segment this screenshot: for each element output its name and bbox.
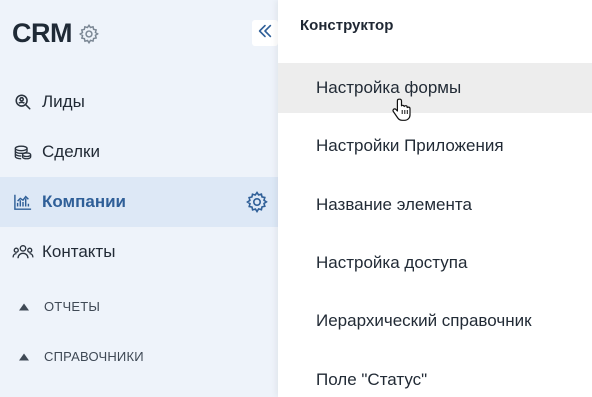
sidebar-item-contacts[interactable]: Контакты [0, 227, 278, 277]
people-icon [12, 242, 34, 262]
menu-item-app-settings[interactable]: Настройки Приложения [278, 121, 592, 171]
double-chevron-left-icon [256, 22, 274, 45]
gear-icon[interactable] [78, 23, 100, 45]
sidebar-item-companies[interactable]: Компании [0, 177, 278, 227]
menu-title: Конструктор [300, 17, 394, 34]
brand: CRM [12, 18, 100, 49]
coins-icon [12, 142, 34, 162]
brand-title: CRM [12, 18, 73, 48]
menu-item-element-name[interactable]: Название элемента [278, 180, 592, 230]
menu-item-hierarchical-directory[interactable]: Иерархический справочник [278, 296, 592, 346]
search-person-icon [12, 92, 34, 112]
sidebar-item-label: Контакты [42, 242, 116, 261]
section-label: ОТЧЕТЫ [44, 299, 101, 314]
sidebar-item-leads[interactable]: Лиды [0, 77, 278, 127]
section-reports[interactable]: ОТЧЕТЫ [18, 299, 100, 314]
menu-item-access-settings[interactable]: Настройка доступа [278, 238, 592, 288]
sidebar-item-label: Сделки [42, 142, 100, 161]
collapse-sidebar-button[interactable] [252, 20, 278, 46]
triangle-up-icon [18, 302, 30, 312]
chart-icon [12, 192, 34, 212]
hand-pointer-icon [392, 97, 412, 123]
gear-icon[interactable] [245, 190, 269, 214]
menu-item-status-field[interactable]: Поле "Статус" [278, 355, 592, 397]
sidebar-item-deals[interactable]: Сделки [0, 127, 278, 177]
section-label: СПРАВОЧНИКИ [44, 349, 144, 364]
sidebar-item-label: Компании [42, 192, 127, 211]
sidebar-item-label: Лиды [42, 92, 85, 111]
constructor-menu: Конструктор Настройка формы Настройки Пр… [278, 0, 592, 397]
menu-item-form-settings[interactable]: Настройка формы [278, 63, 592, 113]
triangle-up-icon [18, 352, 30, 362]
sidebar: CRM Лиды Сделки Компании Контакты ОТЧЕТЫ… [0, 0, 278, 397]
section-references[interactable]: СПРАВОЧНИКИ [18, 349, 144, 364]
